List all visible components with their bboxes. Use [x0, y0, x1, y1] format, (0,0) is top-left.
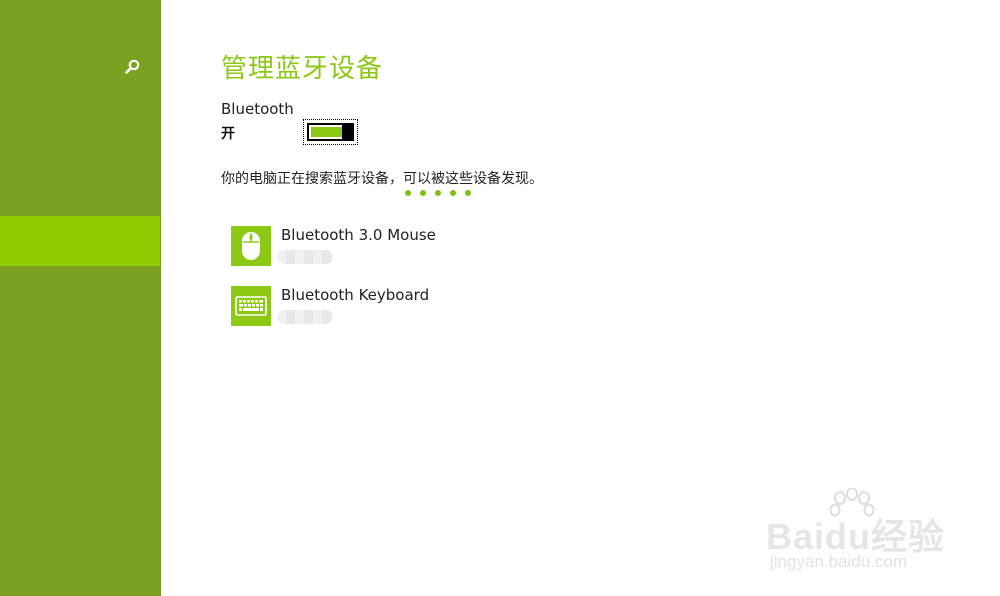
device-item-mouse[interactable]: Bluetooth 3.0 Mouse	[231, 226, 751, 268]
device-name: Bluetooth 3.0 Mouse	[281, 226, 436, 244]
bluetooth-state-label: 开	[221, 126, 235, 142]
device-item-keyboard[interactable]: Bluetooth Keyboard	[231, 286, 751, 328]
mouse-icon	[231, 226, 271, 266]
page-title: 管理蓝牙设备	[221, 54, 384, 84]
toggle-track	[307, 123, 354, 141]
watermark-url: jingyan.baidu.com	[770, 552, 908, 571]
search-icon	[125, 59, 140, 74]
keyboard-icon	[231, 286, 271, 326]
device-status-blurred	[277, 310, 333, 324]
sidebar	[0, 0, 161, 596]
toggle-thumb[interactable]	[342, 125, 352, 139]
sidebar-item-selected[interactable]	[0, 216, 160, 266]
device-status-blurred	[277, 250, 333, 264]
bluetooth-settings-window: 管理蓝牙设备 Bluetooth 开 你的电脑正在搜索蓝牙设备，可以被这些设备发…	[0, 0, 1000, 596]
baidu-watermark: Baidu经验 jingyan.baidu.com	[766, 488, 986, 578]
bluetooth-label: Bluetooth	[221, 100, 294, 118]
toggle-fill	[311, 127, 344, 137]
device-name: Bluetooth Keyboard	[281, 286, 430, 304]
search-status-text: 你的电脑正在搜索蓝牙设备，可以被这些设备发现。	[221, 171, 543, 187]
bluetooth-toggle[interactable]	[303, 119, 358, 145]
search-button[interactable]	[120, 54, 146, 80]
